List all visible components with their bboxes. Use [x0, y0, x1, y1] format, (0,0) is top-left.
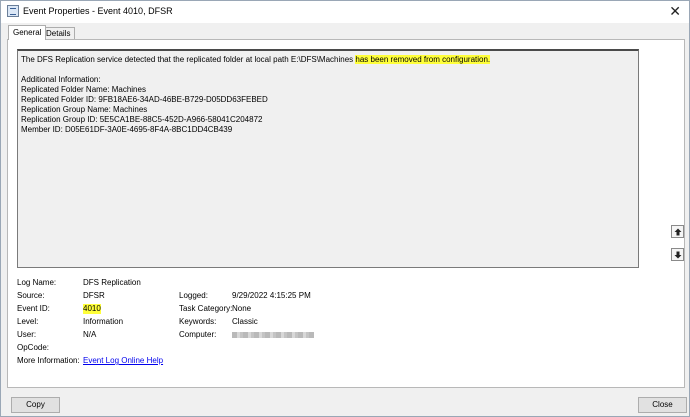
window-title: Event Properties - Event 4010, DFSR — [23, 6, 173, 16]
log-name-value: DFS Replication — [83, 278, 141, 287]
level-value: Information — [83, 317, 124, 326]
description-text: The DFS Replication service detected tha… — [21, 55, 356, 64]
event-viewer-icon — [7, 5, 19, 17]
description-line-1: The DFS Replication service detected tha… — [21, 55, 635, 65]
general-panel: The DFS Replication service detected tha… — [7, 39, 685, 388]
user-label: User: — [17, 330, 37, 339]
keywords-label: Keywords: — [179, 317, 217, 326]
replicated-folder-id: Replicated Folder ID: 9FB18AE6-34AD-46BE… — [21, 95, 268, 104]
event-properties-window: Event Properties - Event 4010, DFSR ✕ Ge… — [0, 0, 690, 417]
close-button[interactable]: Close — [638, 397, 687, 413]
close-icon[interactable]: ✕ — [669, 3, 681, 19]
arrow-down-icon — [674, 251, 682, 259]
event-id-label: Event ID: — [17, 304, 50, 313]
log-name-label: Log Name: — [17, 278, 57, 287]
replicated-folder-name: Replicated Folder Name: Machines — [21, 85, 146, 94]
computer-label: Computer: — [179, 330, 217, 339]
level-label: Level: — [17, 317, 39, 326]
logged-value: 9/29/2022 4:15:25 PM — [232, 291, 311, 300]
source-value: DFSR — [83, 291, 105, 300]
scroll-up-button[interactable] — [671, 225, 684, 238]
task-category-value: None — [232, 304, 252, 313]
description-box[interactable]: The DFS Replication service detected tha… — [17, 49, 639, 268]
opcode-label: OpCode: — [17, 343, 50, 352]
logged-label: Logged: — [179, 291, 208, 300]
more-info-label: More Information: — [17, 356, 80, 365]
task-category-label: Task Category: — [179, 304, 233, 313]
event-log-help-link[interactable]: Event Log Online Help — [83, 356, 163, 366]
replication-group-id: Replication Group ID: 5E5CA1BE-88C5-452D… — [21, 115, 263, 124]
arrow-up-icon — [674, 228, 682, 236]
member-id: Member ID: D05E61DF-3A0E-4695-8F4A-8BC1D… — [21, 125, 233, 134]
event-id-value: 4010 — [83, 304, 101, 314]
source-label: Source: — [17, 291, 45, 300]
user-value: N/A — [83, 330, 97, 339]
title-bar: Event Properties - Event 4010, DFSR ✕ — [1, 1, 689, 23]
tab-general[interactable]: General — [8, 25, 47, 40]
keywords-value: Classic — [232, 317, 258, 326]
highlighted-text: has been removed from configuration. — [355, 55, 491, 64]
computer-value-redacted — [232, 330, 314, 340]
replication-group-name: Replication Group Name: Machines — [21, 105, 148, 114]
scroll-down-button[interactable] — [671, 248, 684, 261]
additional-info-header: Additional Information: — [21, 75, 101, 84]
copy-button[interactable]: Copy — [11, 397, 60, 413]
